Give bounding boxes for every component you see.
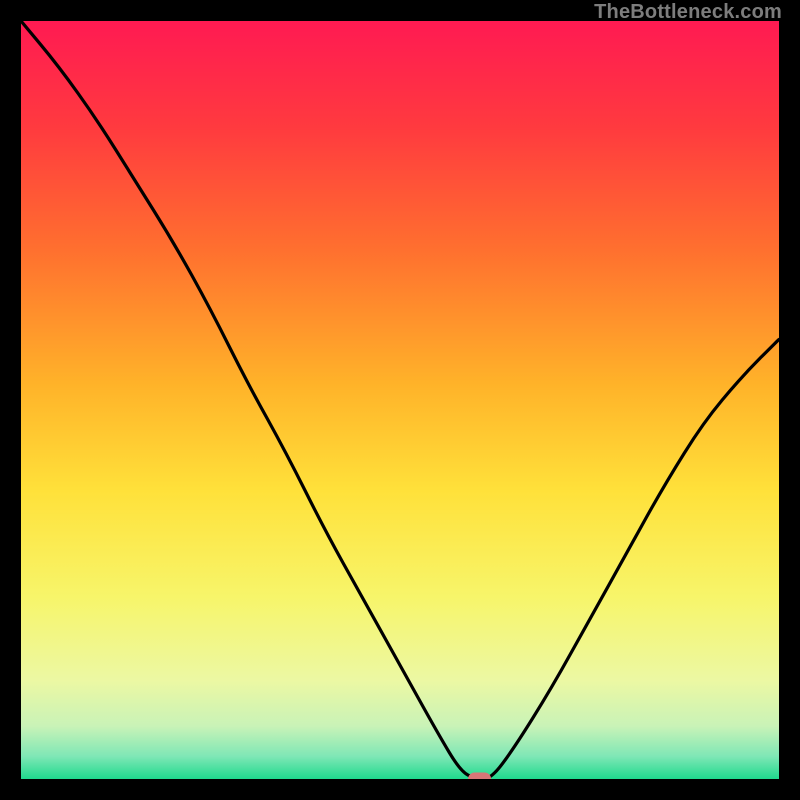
watermark-text: TheBottleneck.com (594, 1, 782, 24)
plot-area (21, 21, 779, 779)
chart-frame: TheBottleneck.com (0, 0, 800, 800)
minimum-marker (469, 773, 491, 779)
plot-svg (21, 21, 779, 779)
